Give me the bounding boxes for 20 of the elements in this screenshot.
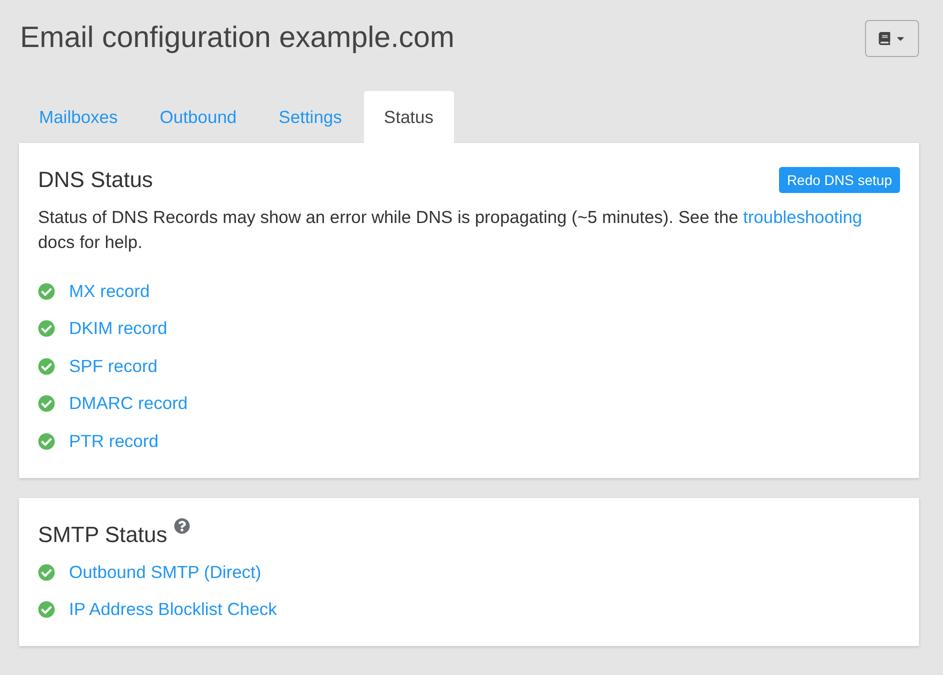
tab[interactable]: Mailboxes	[19, 91, 138, 143]
dns-record-link[interactable]: SPF record	[69, 356, 158, 376]
help-icon[interactable]	[174, 518, 190, 534]
dns-record-link[interactable]: PTR record	[69, 430, 158, 452]
page-title: Email configuration example.com	[19, 20, 455, 54]
dns-status-description: Status of DNS Records may show an error while DNS is propagating (~5 minutes). See the troubleshooting docs for help.	[38, 206, 864, 254]
section-heading: DNS Status	[38, 167, 153, 193]
book-dropdown-button[interactable]	[865, 20, 919, 57]
section-heading: SMTP Status	[38, 522, 168, 548]
tab[interactable]: Settings	[258, 91, 362, 143]
book-icon	[878, 32, 891, 45]
smtp-check-link[interactable]: IP Address Blocklist Check	[69, 598, 277, 620]
dns-record-link[interactable]: DMARC record	[69, 393, 188, 414]
tab[interactable]: Status	[364, 91, 454, 143]
smtp-check-link[interactable]: Outbound SMTP (Direct)	[69, 562, 262, 582]
dns-record-link[interactable]: DKIM record	[69, 318, 168, 339]
tab[interactable]: Outbound	[140, 91, 257, 143]
troubleshooting-link[interactable]: troubleshooting	[743, 207, 862, 227]
dns-record-link[interactable]: MX record	[69, 280, 150, 302]
redo-dns-button[interactable]: Redo DNS setup	[778, 167, 900, 193]
